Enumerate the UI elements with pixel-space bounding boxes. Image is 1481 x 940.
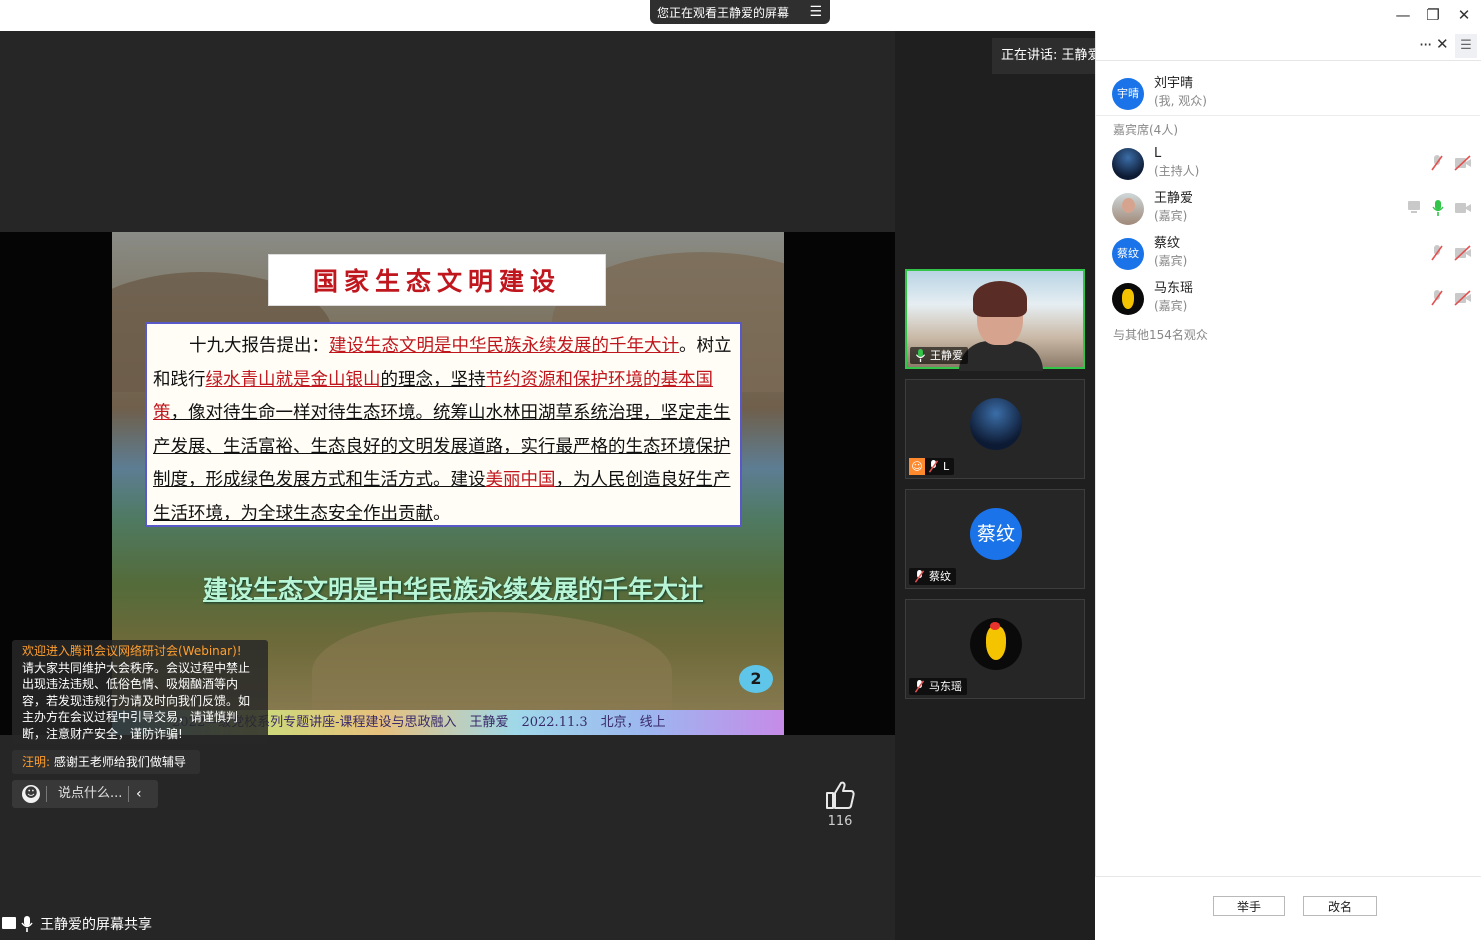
- avatar-figure: [986, 626, 1006, 660]
- member-madongyao[interactable]: 马东瑶 (嘉宾): [1112, 281, 1472, 318]
- video-column: [895, 31, 1095, 940]
- video-tile-wangjingai[interactable]: 王静爱: [905, 269, 1085, 371]
- avatar: 宇晴: [1112, 78, 1144, 110]
- tile-name: 蔡纹: [929, 570, 951, 583]
- mic-active-icon: [915, 349, 926, 362]
- collapse-chat-icon[interactable]: ‹: [136, 780, 142, 808]
- close-icon[interactable]: ✕: [1453, 4, 1475, 26]
- member-role: (我, 观众): [1154, 94, 1207, 108]
- slide-heading: 建设生态文明是中华民族永续发展的千年大计: [202, 575, 703, 604]
- chat-notice: 欢迎进入腾讯会议网络研讨会(Webinar)! 请大家共同维护大会秩序。会议过程…: [12, 640, 268, 744]
- host-icon: ☺: [909, 458, 925, 475]
- panel-footer: [1095, 876, 1481, 940]
- emoji-icon[interactable]: ☻: [22, 785, 40, 803]
- member-name: 蔡纹: [1154, 236, 1181, 251]
- tile-name: 马东瑶: [929, 680, 962, 693]
- slide-highlight: 美丽中国: [485, 470, 556, 490]
- slide-highlight: 建设生态文明是中华民族永续发展的千年大计: [329, 336, 679, 356]
- member-name: L: [1154, 146, 1162, 161]
- camera-off-icon: [1454, 245, 1471, 261]
- close-panel-icon[interactable]: ✕: [1436, 35, 1449, 53]
- avatar: [970, 618, 1022, 670]
- like-count: 116: [827, 814, 853, 829]
- member-name: 马东瑶: [1154, 281, 1194, 296]
- screen-share-icon: [1408, 201, 1420, 213]
- mic-muted-icon: [914, 680, 925, 693]
- chat-input-bar[interactable]: ☻ 说点什么... ‹: [12, 780, 158, 808]
- mic-active-icon: [1432, 200, 1444, 216]
- mic-muted-icon: [1431, 245, 1443, 261]
- slide-intro: 十九大报告提出：: [189, 336, 329, 356]
- member-self[interactable]: 宇晴 刘宇晴 (我, 观众): [1112, 76, 1472, 113]
- person-body: [959, 341, 1043, 371]
- avatar: 蔡纹: [970, 508, 1022, 560]
- avatar-figure: [1122, 289, 1134, 309]
- slide-text: 的理念，坚持: [380, 369, 486, 390]
- tile-name-label: 马东瑶: [909, 678, 967, 695]
- divider: [1096, 115, 1480, 116]
- rename-button[interactable]: 改名: [1303, 896, 1377, 916]
- slide-page-number: 2: [739, 665, 773, 693]
- avatar: [970, 398, 1022, 450]
- camera-off-icon: [1454, 290, 1471, 306]
- restore-icon[interactable]: ❐: [1422, 4, 1444, 26]
- member-role: (主持人): [1154, 164, 1200, 178]
- minimize-icon[interactable]: —: [1392, 4, 1414, 26]
- tile-name-label: 王静爱: [910, 347, 968, 364]
- speaking-label: 正在讲话: 王静爱;: [1001, 48, 1105, 63]
- tile-name-label: ☺ L: [909, 458, 955, 475]
- avatar-figure-head: [990, 622, 1000, 630]
- panel-menu-icon[interactable]: ☰: [1455, 34, 1477, 58]
- avatar-face: [1122, 198, 1135, 213]
- guests-section-header: 嘉宾席(4人): [1113, 123, 1178, 137]
- slide-letterbox-right: [784, 232, 895, 735]
- member-name: 刘宇晴: [1154, 76, 1194, 91]
- chat-input-placeholder[interactable]: 说点什么...: [58, 780, 122, 808]
- member-role: (嘉宾): [1154, 209, 1188, 223]
- tile-name: 王静爱: [930, 349, 963, 362]
- tile-name: L: [943, 460, 950, 473]
- slide-text: 。: [679, 336, 697, 356]
- tile-name-label: 蔡纹: [909, 568, 956, 585]
- mic-muted-icon: [914, 570, 925, 583]
- video-tile-l[interactable]: ☺ L: [905, 379, 1085, 479]
- video-tile-madongyao[interactable]: 马东瑶: [905, 599, 1085, 699]
- raise-hand-button[interactable]: 举手: [1213, 896, 1285, 916]
- slide-text: 。: [433, 503, 451, 524]
- mic-muted-icon: [928, 460, 939, 473]
- divider: [46, 786, 47, 802]
- other-audience-count[interactable]: 与其他154名观众: [1113, 326, 1208, 343]
- slide-highlight: 绿水青山就是金山银山: [205, 369, 381, 390]
- chat-message: 汪明: 感谢王老师给我们做辅导: [12, 750, 200, 774]
- camera-off-icon: [1454, 155, 1471, 171]
- avatar: [1112, 193, 1144, 225]
- chat-text: 感谢王老师给我们做辅导: [53, 755, 186, 769]
- divider: [128, 786, 129, 802]
- avatar: [1112, 148, 1144, 180]
- watching-label: 您正在观看王静爱的屏幕: [657, 5, 790, 20]
- avatar: 蔡纹: [1112, 238, 1144, 270]
- mic-muted-icon: [1431, 155, 1443, 171]
- camera-icon: [1455, 203, 1471, 213]
- member-l[interactable]: L (主持人): [1112, 146, 1472, 183]
- member-role: (嘉宾): [1154, 254, 1188, 268]
- mic-muted-icon: [1431, 290, 1443, 306]
- slide-text-box: 十九大报告提出：建设生态文明是中华民族永续发展的千年大计。树立和践行绿水青山就是…: [145, 322, 742, 527]
- notice-title: 欢迎进入腾讯会议网络研讨会(Webinar)!: [22, 644, 242, 658]
- screen-share-label: 王静爱的屏幕共享: [40, 917, 152, 933]
- slide-title: 国家生态文明建设: [268, 254, 606, 306]
- person-hair: [973, 281, 1027, 317]
- watching-screen-pill[interactable]: 您正在观看王静爱的屏幕 ☰: [650, 0, 830, 24]
- more-options-icon[interactable]: ···: [1419, 35, 1432, 54]
- chat-author: 汪明:: [22, 755, 51, 769]
- avatar: [1112, 283, 1144, 315]
- menu-icon[interactable]: ☰: [809, 4, 822, 20]
- video-tile-caiwen[interactable]: 蔡纹 蔡纹: [905, 489, 1085, 589]
- member-caiwen[interactable]: 蔡纹 蔡纹 (嘉宾): [1112, 236, 1472, 273]
- member-wangjingai[interactable]: 王静爱 (嘉宾): [1112, 191, 1472, 228]
- member-name: 王静爱: [1154, 191, 1194, 206]
- thumbs-up-icon[interactable]: [824, 780, 856, 810]
- notice-body: 请大家共同维护大会秩序。会议过程中禁止出现违法违规、低俗色情、吸烟酗酒等内容，若…: [22, 660, 251, 741]
- member-role: (嘉宾): [1154, 299, 1188, 313]
